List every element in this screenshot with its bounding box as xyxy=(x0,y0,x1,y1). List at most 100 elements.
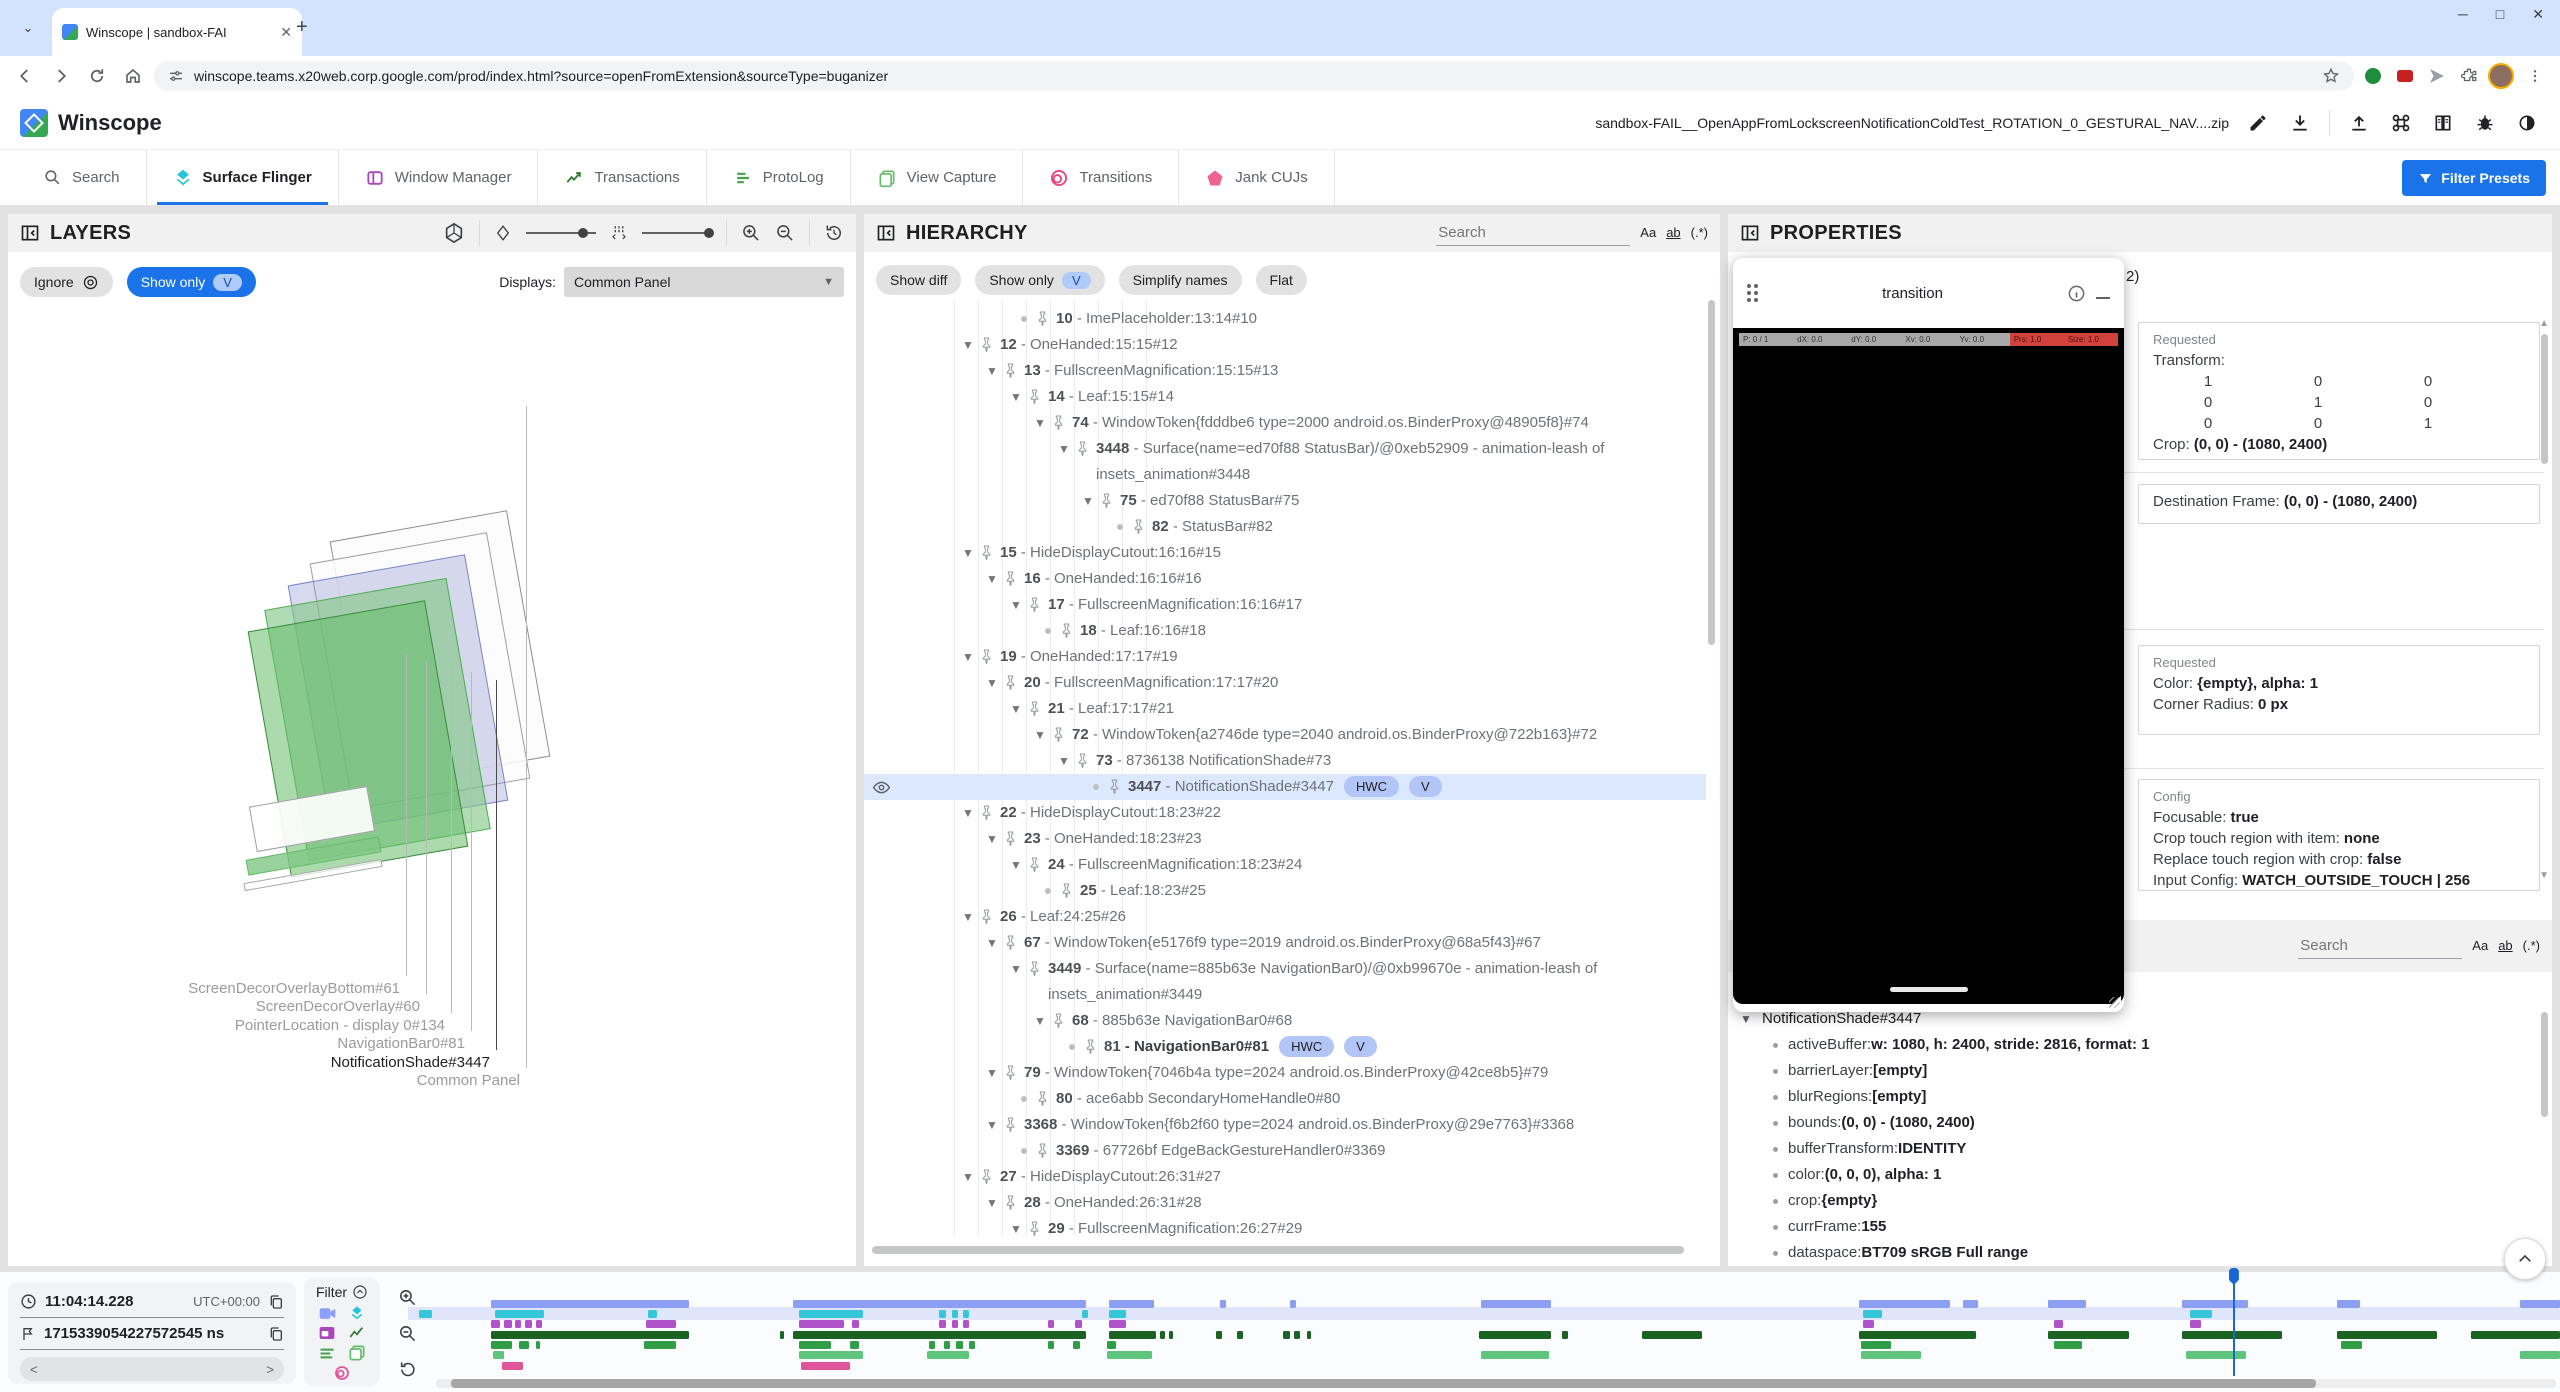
trace-segment[interactable] xyxy=(2186,1351,2245,1359)
transactions-trace-icon[interactable] xyxy=(348,1326,366,1340)
trace-segment[interactable] xyxy=(1290,1300,1296,1308)
trace-segment[interactable] xyxy=(1294,1331,1300,1339)
search-option-[interactable]: (.*) xyxy=(1691,225,1708,240)
hierarchy-node-3449[interactable]: ▼3449 - Surface(name=885b63e NavigationB… xyxy=(864,956,1706,1008)
trace-segment[interactable] xyxy=(504,1320,512,1328)
prop-currframe[interactable]: currFrame: 155 xyxy=(1740,1214,2536,1240)
extension-red-icon[interactable] xyxy=(2392,63,2418,89)
pin-icon[interactable] xyxy=(980,1164,1000,1184)
pin-icon[interactable] xyxy=(1028,592,1048,612)
properties-search-input[interactable] xyxy=(2298,933,2462,959)
trace-segment[interactable] xyxy=(2190,1310,2211,1318)
trace-segment[interactable] xyxy=(1160,1331,1164,1339)
scroll-up-arrow-icon[interactable]: ▲ xyxy=(2539,318,2549,329)
trace-segment[interactable] xyxy=(1861,1351,1920,1359)
pin-icon[interactable] xyxy=(1076,436,1096,456)
browser-menu-icon[interactable] xyxy=(2520,61,2550,91)
trace-segment[interactable] xyxy=(646,1320,676,1328)
zoom-in-icon[interactable] xyxy=(741,223,761,243)
timeline-cursor-handle[interactable] xyxy=(2229,1268,2239,1285)
chip-show-diff[interactable]: Show diff xyxy=(876,265,961,295)
close-icon[interactable]: ✕ xyxy=(2532,6,2544,23)
prop-bounds[interactable]: bounds: (0, 0) - (1080, 2400) xyxy=(1740,1110,2536,1136)
window-controls[interactable]: ─ □ ✕ xyxy=(2458,6,2544,23)
tab-view-capture[interactable]: View Capture xyxy=(851,150,1024,205)
maximize-icon[interactable]: □ xyxy=(2496,6,2504,23)
documentation-icon[interactable] xyxy=(2430,110,2456,136)
show-only-v-chip[interactable]: Show only V xyxy=(127,267,256,297)
zoom-out-icon[interactable] xyxy=(775,223,795,243)
filter-presets-button[interactable]: Filter Presets xyxy=(2402,160,2546,196)
hierarchy-node-3369[interactable]: 3369 - 67726bf EdgeBackGestureHandler0#3… xyxy=(864,1138,1706,1164)
hierarchy-node-27[interactable]: ▼27 - HideDisplayCutout:26:31#27 xyxy=(864,1164,1706,1190)
prop-activebuffer[interactable]: activeBuffer: w: 1080, h: 2400, stride: … xyxy=(1740,1032,2536,1058)
trace-segment[interactable] xyxy=(799,1310,863,1318)
hierarchy-node-75[interactable]: ▼75 - ed70f88 StatusBar#75 xyxy=(864,488,1706,514)
tab-surface-flinger[interactable]: Surface Flinger xyxy=(147,150,339,205)
search-option-ab[interactable]: ab xyxy=(2498,938,2512,953)
trace-segment[interactable] xyxy=(515,1320,521,1328)
trace-segment[interactable] xyxy=(493,1351,504,1359)
trace-segment[interactable] xyxy=(1082,1310,1088,1318)
search-option-aa[interactable]: Aa xyxy=(1640,225,1656,240)
extension-green-icon[interactable] xyxy=(2360,63,2386,89)
visibility-eye-icon[interactable] xyxy=(872,778,891,797)
window-manager-trace-icon[interactable] xyxy=(318,1326,336,1340)
trace-segment[interactable] xyxy=(491,1331,689,1339)
trace-segment[interactable] xyxy=(2337,1300,2360,1308)
trace-segment[interactable] xyxy=(793,1300,1086,1308)
layers-3d-view[interactable]: ScreenDecorOverlayBottom#61ScreenDecorOv… xyxy=(8,310,856,1266)
expand-arrow-icon[interactable]: ▼ xyxy=(986,566,1004,592)
pin-icon[interactable] xyxy=(1036,1138,1056,1158)
trace-segment[interactable] xyxy=(2182,1331,2282,1339)
trace-segment[interactable] xyxy=(1863,1320,1874,1328)
timeline-zoom-out-icon[interactable] xyxy=(390,1316,424,1350)
trace-segment[interactable] xyxy=(799,1351,863,1359)
url-bar[interactable]: winscope.teams.x20web.corp.google.com/pr… xyxy=(154,61,2354,91)
trace-segment[interactable] xyxy=(1861,1341,1891,1349)
search-option-aa[interactable]: Aa xyxy=(2472,938,2488,953)
trace-segment[interactable] xyxy=(491,1320,499,1328)
expand-arrow-icon[interactable]: ▼ xyxy=(1082,488,1100,514)
reload-icon[interactable] xyxy=(82,61,112,91)
screen-recording-trace-icon[interactable] xyxy=(318,1306,336,1320)
expand-arrow-icon[interactable]: ▼ xyxy=(986,930,1004,956)
pin-icon[interactable] xyxy=(1036,1086,1056,1106)
trace-segment[interactable] xyxy=(952,1310,958,1318)
report-bug-icon[interactable] xyxy=(2472,110,2498,136)
hierarchy-node-26[interactable]: ▼26 - Leaf:24:25#26 xyxy=(864,904,1706,930)
trace-segment[interactable] xyxy=(2471,1331,2560,1339)
chip-simplify-names[interactable]: Simplify names xyxy=(1119,265,1242,295)
tab-close-icon[interactable]: ✕ xyxy=(280,24,292,41)
hierarchy-node-20[interactable]: ▼20 - FullscreenMagnification:17:17#20 xyxy=(864,670,1706,696)
trace-segment[interactable] xyxy=(1481,1300,1551,1308)
trace-segment[interactable] xyxy=(799,1320,844,1328)
properties-vertical-scrollbar[interactable] xyxy=(2541,334,2548,464)
expand-arrow-icon[interactable]: ▼ xyxy=(1034,722,1052,748)
collapse-panel-icon[interactable] xyxy=(20,223,40,243)
trace-segment[interactable] xyxy=(1107,1351,1152,1359)
pin-icon[interactable] xyxy=(1004,930,1024,950)
current-timestamp-ns[interactable]: 1715339054227572545 ns xyxy=(44,1325,224,1342)
prop-barrierlayer[interactable]: barrierLayer: [empty] xyxy=(1740,1058,2536,1084)
minimize-icon[interactable]: ─ xyxy=(2458,6,2468,23)
trace-segment[interactable] xyxy=(956,1341,962,1349)
forward-icon[interactable] xyxy=(46,61,76,91)
displays-select[interactable]: Common Panel ▼ xyxy=(564,267,844,297)
hierarchy-node-18[interactable]: 18 - Leaf:16:16#18 xyxy=(864,618,1706,644)
pin-icon[interactable] xyxy=(1108,774,1128,794)
trace-segment[interactable] xyxy=(2048,1300,2086,1308)
dark-mode-icon[interactable] xyxy=(2514,110,2540,136)
edit-file-icon[interactable] xyxy=(2245,110,2271,136)
timeline-scrollbar-track[interactable] xyxy=(436,1379,2556,1388)
expand-arrow-icon[interactable]: ▼ xyxy=(1010,852,1028,878)
hierarchy-node-67[interactable]: ▼67 - WindowToken{e5176f9 type=2019 andr… xyxy=(864,930,1706,956)
expand-arrow-icon[interactable]: ▼ xyxy=(962,644,980,670)
hierarchy-node-12[interactable]: ▼12 - OneHanded:15:15#12 xyxy=(864,332,1706,358)
trace-segment[interactable] xyxy=(1169,1331,1173,1339)
trace-segment[interactable] xyxy=(491,1341,512,1349)
url-text[interactable]: winscope.teams.x20web.corp.google.com/pr… xyxy=(194,68,2312,84)
pin-icon[interactable] xyxy=(1052,410,1072,430)
prop-blurregions[interactable]: blurRegions: [empty] xyxy=(1740,1084,2536,1110)
trace-segment[interactable] xyxy=(1283,1331,1289,1339)
